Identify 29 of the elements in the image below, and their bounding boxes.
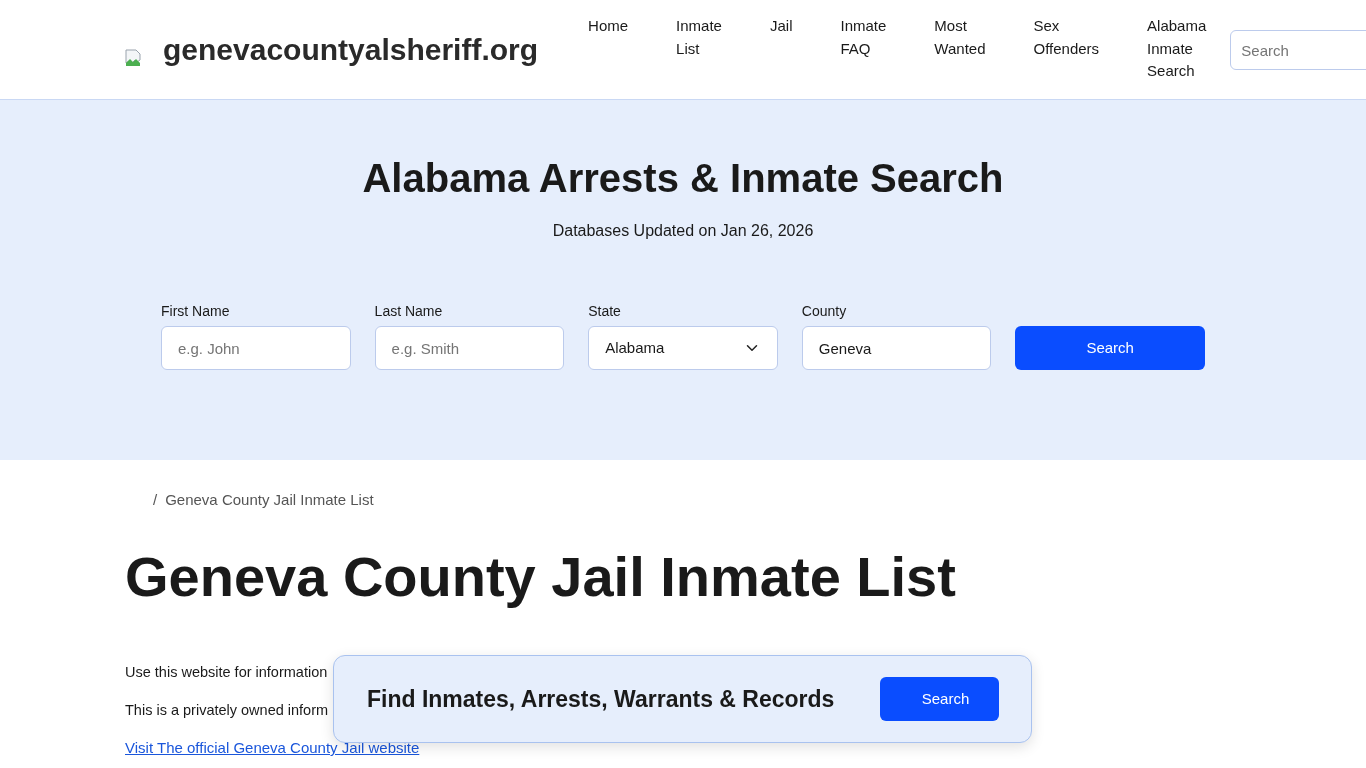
- field-label: First Name: [161, 302, 230, 321]
- official-site-link[interactable]: Visit The official Geneva County Jail website: [125, 736, 420, 760]
- search-field[interactable]: Search: [1230, 30, 1366, 70]
- breadcrumb-current: Geneva County Jail Inmate List: [165, 490, 374, 510]
- field-label: County: [801, 302, 847, 321]
- hero-title: Alabama Arrests & Inmate Search: [362, 155, 1004, 202]
- banner-search-button[interactable]: Search: [880, 677, 999, 721]
- banner-heading: Find Inmates, Arrests, Warrants & Records: [367, 684, 835, 714]
- text-input-field[interactable]: Geneva: [801, 326, 992, 370]
- site-logo-text[interactable]: genevacountyalsheriff.org: [163, 33, 539, 67]
- text-input-field[interactable]: e.g. John: [161, 326, 351, 370]
- page-title: Geneva County Jail Inmate List: [125, 544, 956, 610]
- nav-link[interactable]: Inmate List: [676, 15, 722, 60]
- nav-link[interactable]: Inmate FAQ: [840, 15, 887, 60]
- search-button[interactable]: Search: [1015, 326, 1205, 370]
- state-select[interactable]: Alabama: [588, 326, 778, 370]
- broken-image-icon: [125, 49, 141, 67]
- nav-link[interactable]: Most Wanted: [934, 15, 986, 60]
- field-label: State: [588, 302, 621, 321]
- hero-subtitle: Databases Updated on Jan 26, 2026: [552, 221, 814, 241]
- field-label: Last Name: [374, 302, 443, 321]
- text-input-field[interactable]: e.g. Smith: [374, 326, 565, 370]
- nav-link[interactable]: Jail: [769, 15, 793, 38]
- breadcrumb-separator: /: [153, 490, 158, 510]
- nav-link[interactable]: Home: [588, 15, 629, 38]
- body-text: Use this website for information: [125, 663, 328, 682]
- nav-link[interactable]: Alabama Inmate Search: [1147, 15, 1207, 83]
- body-text: This is a privately owned inform: [125, 701, 329, 720]
- nav-link[interactable]: Sex Offenders: [1033, 15, 1100, 60]
